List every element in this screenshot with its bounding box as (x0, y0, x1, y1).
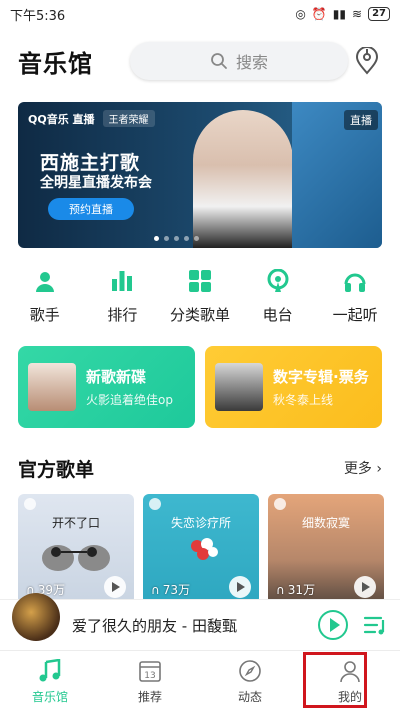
playlist-card[interactable]: 细数寂寞 ∩ 31万 (268, 494, 384, 604)
wifi-icon: ≋ (352, 7, 363, 21)
status-icons: ◎ ⏰ ▮▮ ≋ 27 (295, 7, 390, 21)
nav-item-listen-together[interactable]: 一起听 (319, 268, 391, 338)
nav-item-radio[interactable]: 电台 (242, 268, 314, 338)
play-button[interactable] (318, 610, 348, 640)
play-count: ∩ 31万 (276, 582, 316, 598)
nav-label: 排行 (107, 306, 138, 324)
playlist-artwork (191, 538, 218, 560)
status-time: 下午5:36 (10, 8, 66, 24)
playlist-title: 失恋诊疗所 (170, 516, 231, 530)
card-title: 新歌新碟 (86, 368, 147, 386)
card-subtitle: 火影追着绝佳op (86, 393, 173, 407)
tab-label: 动态 (237, 689, 262, 704)
playlist-card[interactable]: 失恋诊疗所 ∩ 73万 (143, 494, 259, 604)
section-header: 官方歌单 更多 › (18, 456, 382, 481)
tab-label: 我的 (337, 689, 362, 704)
compass-icon (237, 658, 263, 684)
banner-pagination (154, 236, 199, 241)
banner-logos: QQ音乐 直播 王者荣耀 (28, 110, 155, 127)
quick-nav: 歌手 排行 分类歌单 电台 一起听 (0, 268, 400, 338)
feature-cards: 新歌新碟 火影追着绝佳op 数字专辑·票务 秋冬泰上线 (18, 346, 382, 428)
banner-artist-image (193, 110, 293, 248)
playlist-title: 细数寂寞 (301, 516, 350, 530)
status-bar: 下午5:36 ◎ ⏰ ▮▮ ≋ 27 (0, 0, 400, 28)
playlist-title: 开不了口 (51, 516, 100, 530)
play-icon[interactable] (354, 576, 376, 598)
nav-item-chart[interactable]: 排行 (86, 268, 158, 338)
headphones-small-icon: ∩ (151, 582, 160, 597)
chart-icon (109, 268, 135, 294)
header: 音乐馆 搜索 (0, 38, 400, 84)
banner-title: 西施主打歌 (40, 152, 141, 174)
card-thumbnail (215, 363, 263, 411)
banner-dot (194, 236, 199, 241)
creator-icon (274, 498, 286, 510)
signal-icon: ◎ (295, 7, 306, 21)
banner-dot (174, 236, 179, 241)
play-icon[interactable] (104, 576, 126, 598)
chevron-right-icon: › (376, 461, 382, 477)
more-link[interactable]: 更多 › (344, 458, 382, 478)
music-recognition-icon (355, 47, 379, 75)
music-note-icon (37, 658, 63, 684)
alarm-icon: ⏰ (311, 7, 327, 21)
battery-icon: 27 (368, 7, 390, 21)
nav-item-singer[interactable]: 歌手 (9, 268, 81, 338)
banner-reserve-button[interactable]: 预约直播 (48, 198, 134, 220)
promo-banner[interactable]: QQ音乐 直播 王者荣耀 西施主打歌 全明星直播发布会 预约直播 直播 (18, 102, 382, 248)
section-title: 官方歌单 (18, 458, 95, 481)
album-cover[interactable] (12, 593, 60, 641)
music-recognition-button[interactable] (352, 46, 382, 76)
creator-icon (24, 498, 36, 510)
nav-label: 分类歌单 (169, 306, 230, 324)
card-new-songs[interactable]: 新歌新碟 火影追着绝佳op (18, 346, 195, 428)
live-badge: 直播 (344, 110, 378, 130)
headphones-icon (342, 268, 368, 294)
mini-player[interactable]: 爱了很久的朋友 - 田馥甄 (0, 593, 400, 650)
calendar-day: 13 (144, 671, 155, 681)
nav-label: 歌手 (29, 306, 60, 324)
now-playing-title: 爱了很久的朋友 - 田馥甄 (72, 616, 237, 635)
playlist-artwork (42, 545, 110, 571)
tab-feed[interactable]: 动态 (200, 651, 300, 711)
search-icon (211, 53, 227, 69)
card-subtitle: 秋冬泰上线 (273, 393, 334, 407)
playlist-icon (363, 616, 385, 635)
category-icon (187, 268, 213, 294)
calendar-icon: 13 (137, 658, 163, 684)
search-input[interactable]: 搜索 (130, 42, 348, 80)
radio-icon (265, 268, 291, 294)
card-thumbnail (28, 363, 76, 411)
card-title: 数字专辑·票务 (273, 368, 369, 386)
banner-subtitle: 全明星直播发布会 (40, 175, 152, 191)
play-icon[interactable] (229, 576, 251, 598)
page-title: 音乐馆 (18, 49, 93, 78)
banner-logo-qqmusic: QQ音乐 直播 (28, 112, 95, 126)
tab-label: 音乐馆 (31, 689, 68, 704)
playlist-row: 开不了口 ∩ 39万 失恋诊疗所 ∩ 73万 细数寂寞 ∩ 31万 (18, 494, 400, 604)
bottom-tab-bar: 音乐馆 13 推荐 动态 我的 (0, 650, 400, 711)
nav-label: 一起听 (332, 306, 378, 324)
banner-logo-game: 王者荣耀 (102, 110, 155, 127)
play-count: ∩ 73万 (151, 582, 191, 598)
more-label: 更多 (343, 461, 372, 477)
banner-dot (154, 236, 159, 241)
search-placeholder: 搜索 (235, 53, 268, 72)
profile-icon (337, 658, 363, 684)
creator-icon (149, 498, 161, 510)
playlist-card[interactable]: 开不了口 ∩ 39万 (18, 494, 134, 604)
card-digital-album[interactable]: 数字专辑·票务 秋冬泰上线 (205, 346, 382, 428)
banner-dot (164, 236, 169, 241)
tab-music-hall[interactable]: 音乐馆 (0, 651, 100, 711)
banner-dot (184, 236, 189, 241)
playlist-button[interactable] (362, 612, 388, 638)
tab-mine[interactable]: 我的 (300, 651, 400, 711)
signal-bars-icon: ▮▮ (332, 7, 347, 21)
headphones-small-icon: ∩ (276, 582, 285, 597)
tab-recommend[interactable]: 13 推荐 (100, 651, 200, 711)
tab-label: 推荐 (137, 689, 162, 704)
nav-label: 电台 (262, 306, 293, 324)
singer-icon (32, 268, 58, 294)
nav-item-category[interactable]: 分类歌单 (164, 268, 236, 338)
